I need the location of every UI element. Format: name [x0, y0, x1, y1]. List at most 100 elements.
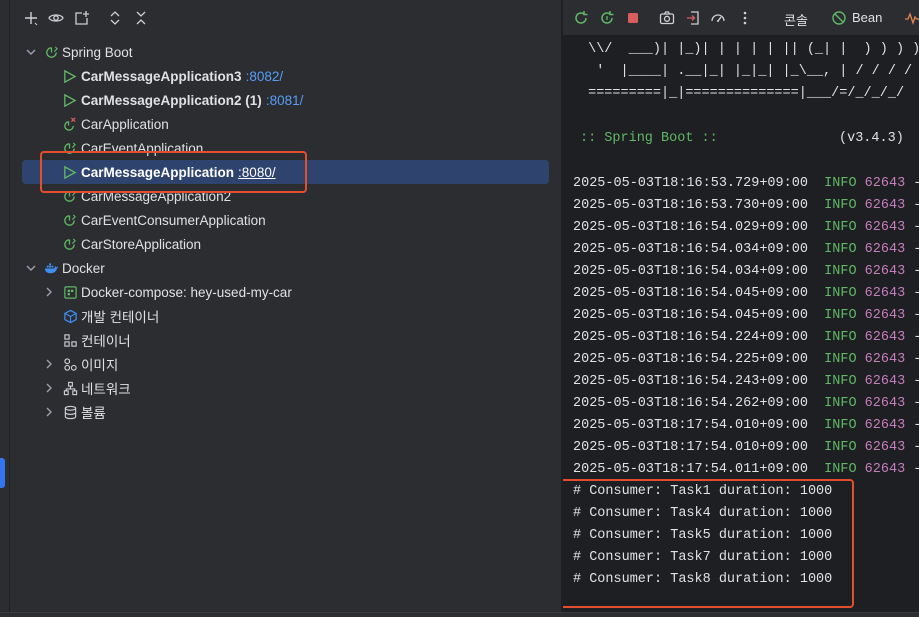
- ascii-banner-line: ' |____| .__|_| |_|_| |_\__, | / / / /: [580, 64, 913, 79]
- service-name: CarMessageApplication2 (1): [81, 92, 262, 108]
- log-line: 2025-05-03T18:17:54.010+09:00 INFO 62643…: [573, 418, 919, 433]
- active-tool-marker[interactable]: [0, 458, 5, 488]
- volumes-icon: [62, 404, 78, 420]
- screenshot-icon[interactable]: [657, 8, 677, 28]
- ascii-banner-line: \\/ ___)| |_)| | | | | || (_| | ) ) ) ): [580, 42, 919, 57]
- service-name: CarApplication: [81, 116, 169, 132]
- chevron-right-icon[interactable]: [42, 285, 56, 299]
- service-item-carmessageapplication3[interactable]: CarMessageApplication3 :8082/: [11, 64, 561, 88]
- chevron-right-icon[interactable]: [42, 381, 56, 395]
- exit-icon[interactable]: [683, 8, 703, 28]
- run-icon: [61, 92, 77, 108]
- spring-boot-icon: [43, 44, 59, 60]
- chevron-down-icon[interactable]: [24, 261, 38, 275]
- network-item[interactable]: 네트워크: [11, 376, 561, 400]
- spring-boot-error-icon: [61, 116, 77, 132]
- eye-icon[interactable]: [46, 8, 66, 28]
- docker-compose-item[interactable]: Docker-compose: hey-used-my-car: [11, 280, 561, 304]
- dev-container-item[interactable]: 개발 컨테이너: [11, 304, 561, 328]
- service-name: CarMessageApplication: [81, 164, 235, 180]
- actuator-icon[interactable]: [903, 8, 919, 28]
- log-line: 2025-05-03T18:16:54.034+09:00 INFO 62643…: [573, 264, 919, 279]
- spring-boot-group[interactable]: Spring Boot: [11, 40, 561, 64]
- docker-group[interactable]: Docker: [11, 256, 561, 280]
- run-icon: [61, 164, 77, 180]
- console-panel: 콘솔 Bean \\/ ___)| |_)| | | | | || (_| | …: [563, 0, 919, 617]
- service-name: CarMessageApplication2: [81, 188, 232, 204]
- log-line: 2025-05-03T18:16:53.730+09:00 INFO 62643…: [573, 198, 919, 213]
- service-item-carstoreapplication[interactable]: CarStoreApplication: [11, 232, 561, 256]
- bean-icon: [829, 8, 849, 28]
- item-label: 컨테이너: [81, 334, 131, 349]
- log-line: 2025-05-03T18:16:54.224+09:00 INFO 62643…: [573, 330, 919, 345]
- images-item[interactable]: 이미지: [11, 352, 561, 376]
- item-label: Docker-compose: hey-used-my-car: [81, 284, 292, 300]
- docker-compose-icon: [62, 284, 78, 300]
- spring-boot-icon: [61, 140, 77, 156]
- log-line: 2025-05-03T18:16:54.045+09:00 INFO 62643…: [573, 286, 919, 301]
- run-icon: [61, 68, 77, 84]
- log-line: 2025-05-03T18:16:54.034+09:00 INFO 62643…: [573, 242, 919, 257]
- ascii-banner-line: =========|_|==============|___/=/_/_/_/: [580, 86, 905, 101]
- service-item-careventconsumerapplication[interactable]: CarEventConsumerApplication: [11, 208, 561, 232]
- item-label: 네트워크: [81, 382, 131, 397]
- service-item-carapplication[interactable]: CarApplication: [11, 112, 561, 136]
- chevron-down-icon[interactable]: [24, 45, 38, 59]
- log-line: 2025-05-03T18:16:53.729+09:00 INFO 62643…: [573, 176, 919, 191]
- restart-icon[interactable]: [597, 8, 617, 28]
- log-line: 2025-05-03T18:16:54.045+09:00 INFO 62643…: [573, 308, 919, 323]
- service-name: CarStoreApplication: [81, 236, 202, 252]
- rerun-icon[interactable]: [571, 8, 591, 28]
- port-link[interactable]: :8081/: [266, 93, 304, 108]
- more-icon[interactable]: [735, 8, 755, 28]
- profiler-icon[interactable]: [708, 8, 728, 28]
- services-toolbar: [11, 0, 561, 36]
- bean-tab[interactable]: Bean: [852, 10, 882, 25]
- consumer-output-line: # Consumer: Task4 duration: 1000: [573, 506, 833, 521]
- log-line: 2025-05-03T18:17:54.010+09:00 INFO 62643…: [573, 440, 919, 455]
- collapse-all-icon[interactable]: [131, 8, 151, 28]
- chevron-right-icon[interactable]: [42, 405, 56, 419]
- spring-boot-version: (v3.4.3): [839, 131, 904, 146]
- expand-all-icon[interactable]: [105, 8, 125, 28]
- consumer-output-line: # Consumer: Task8 duration: 1000: [573, 572, 833, 587]
- service-item-careventapplication[interactable]: CarEventApplication: [11, 136, 561, 160]
- add-icon[interactable]: [21, 8, 41, 28]
- volumes-item[interactable]: 볼륨: [11, 400, 561, 424]
- containers-item[interactable]: 컨테이너: [11, 328, 561, 352]
- item-label: 개발 컨테이너: [81, 310, 160, 325]
- spring-boot-banner: :: Spring Boot ::: [580, 131, 718, 146]
- log-line: 2025-05-03T18:16:54.029+09:00 INFO 62643…: [573, 220, 919, 235]
- item-label: 이미지: [81, 358, 119, 373]
- port-link[interactable]: :8080/: [238, 165, 276, 180]
- log-line: 2025-05-03T18:16:54.243+09:00 INFO 62643…: [573, 374, 919, 389]
- stop-icon[interactable]: [623, 8, 643, 28]
- log-line: 2025-05-03T18:17:54.011+09:00 INFO 62643…: [573, 462, 919, 477]
- consumer-output-line: # Consumer: Task5 duration: 1000: [573, 528, 833, 543]
- service-item-carmessageapplication[interactable]: CarMessageApplication:8080/: [22, 160, 549, 184]
- port-link[interactable]: :8082/: [246, 69, 284, 84]
- images-icon: [62, 356, 78, 372]
- new-group-icon[interactable]: [72, 8, 92, 28]
- left-tool-strip: [0, 0, 10, 617]
- service-item-carmessageapplication2-1[interactable]: CarMessageApplication2 (1) :8081/: [11, 88, 561, 112]
- consumer-output-line: # Consumer: Task7 duration: 1000: [573, 550, 833, 565]
- dev-container-icon: [62, 308, 78, 324]
- service-item-carmessageapplication2[interactable]: CarMessageApplication2: [11, 184, 561, 208]
- containers-icon: [62, 332, 78, 348]
- services-panel: Spring Boot CarMessageApplication3 :8082/…: [11, 0, 561, 617]
- chevron-right-icon[interactable]: [42, 357, 56, 371]
- consumer-output-line: # Consumer: Task1 duration: 1000: [573, 484, 833, 499]
- spring-boot-icon: [61, 212, 77, 228]
- service-name: CarMessageApplication3: [81, 68, 242, 84]
- spring-boot-icon: [61, 236, 77, 252]
- console-tab[interactable]: 콘솔: [784, 10, 808, 29]
- item-label: 볼륨: [81, 406, 106, 421]
- group-label: Docker: [62, 260, 105, 276]
- group-label: Spring Boot: [62, 44, 133, 60]
- network-icon: [62, 380, 78, 396]
- docker-icon: [43, 260, 59, 276]
- console-toolbar: 콘솔 Bean: [563, 0, 919, 36]
- log-line: 2025-05-03T18:16:54.262+09:00 INFO 62643…: [573, 396, 919, 411]
- service-name: CarEventConsumerApplication: [81, 212, 266, 228]
